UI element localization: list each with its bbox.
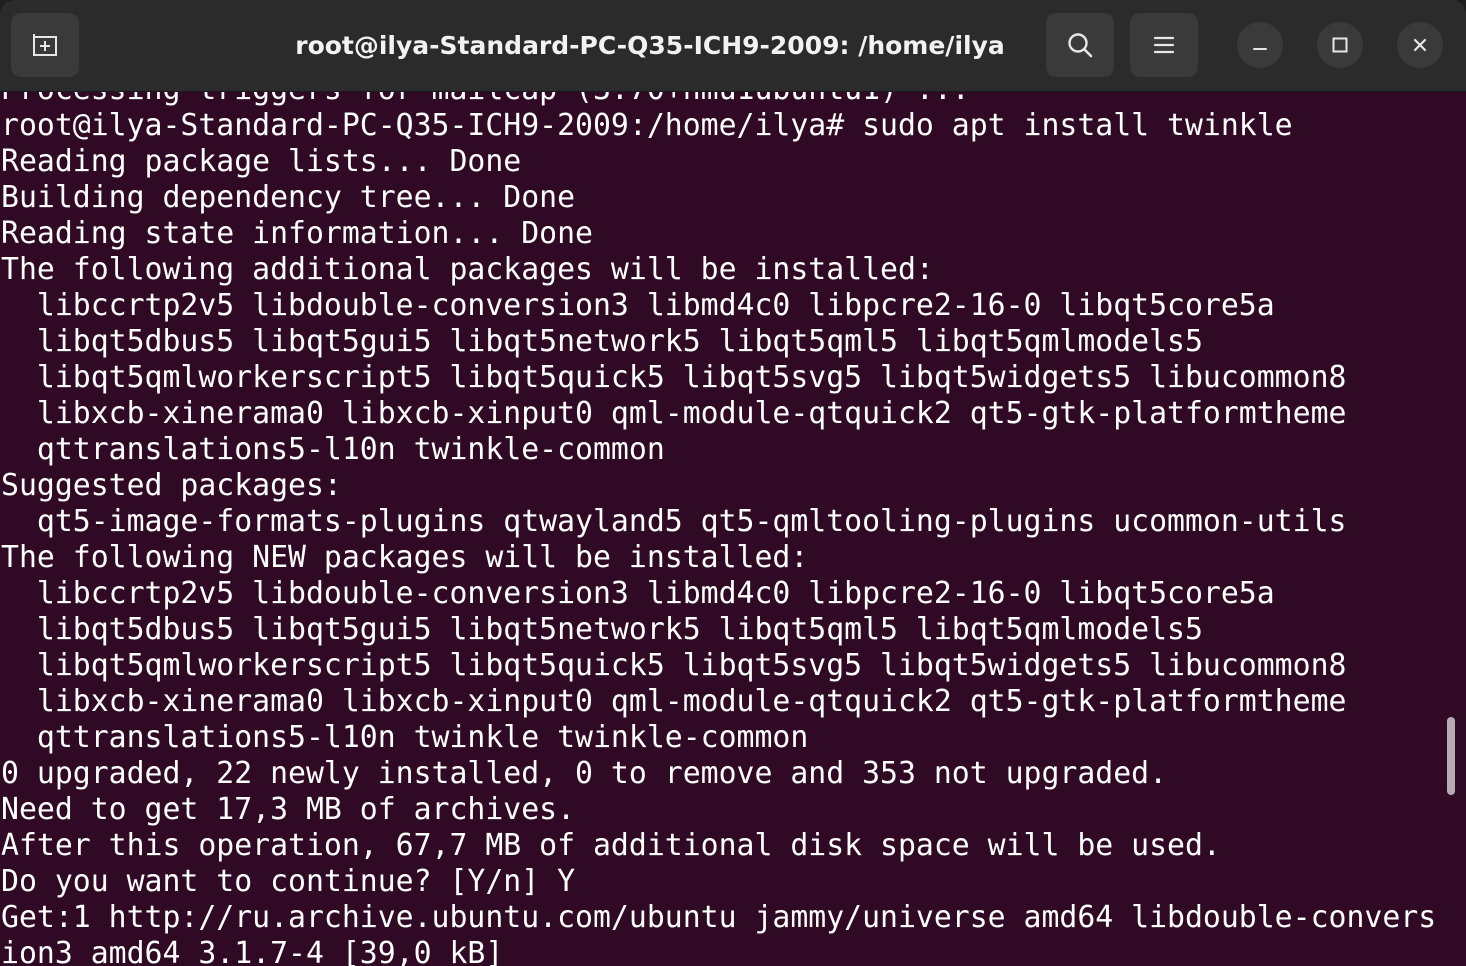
maximize-icon	[1330, 35, 1350, 55]
header-bar: root@ilya-Standard-PC-Q35-ICH9-2009: /ho…	[0, 0, 1466, 92]
terminal-line: libxcb-xinerama0 libxcb-xinput0 qml-modu…	[1, 684, 1347, 719]
close-icon	[1410, 35, 1430, 55]
new-tab-button[interactable]	[11, 13, 79, 77]
terminal-line: libqt5dbus5 libqt5gui5 libqt5network5 li…	[1, 324, 1203, 359]
terminal-line: libccrtp2v5 libdouble-conversion3 libmd4…	[1, 288, 1275, 323]
terminal-line: Get:1 http://ru.archive.ubuntu.com/ubunt…	[1, 900, 1437, 935]
new-tab-icon	[30, 30, 60, 60]
terminal-line: 0 upgraded, 22 newly installed, 0 to rem…	[1, 756, 1168, 791]
close-button[interactable]	[1397, 22, 1443, 68]
terminal-line: Reading state information... Done	[1, 216, 593, 251]
terminal-line: libccrtp2v5 libdouble-conversion3 libmd4…	[1, 576, 1275, 611]
terminal-lines: Processing triggers for mailcap (3.70+nm…	[1, 92, 1436, 966]
terminal-line: The following additional packages will b…	[1, 252, 934, 287]
minimize-icon	[1250, 35, 1270, 55]
menu-button[interactable]	[1130, 13, 1198, 77]
search-button[interactable]	[1046, 13, 1114, 77]
terminal-line: Do you want to continue? [Y/n] Y	[1, 864, 576, 899]
terminal-line: Processing triggers for mailcap (3.70+nm…	[1, 92, 1436, 108]
terminal-line: ion3 amd64 3.1.7-4 [39,0 kB]	[1, 936, 504, 966]
window-title: root@ilya-Standard-PC-Q35-ICH9-2009: /ho…	[295, 31, 1005, 60]
terminal-window: root@ilya-Standard-PC-Q35-ICH9-2009: /ho…	[0, 0, 1466, 966]
terminal-line: The following NEW packages will be insta…	[1, 540, 809, 575]
terminal-line: After this operation, 67,7 MB of additio…	[1, 828, 1221, 863]
terminal-line: Building dependency tree... Done	[1, 180, 576, 215]
terminal-line: qt5-image-formats-plugins qtwayland5 qt5…	[1, 504, 1347, 539]
terminal-line: libqt5qmlworkerscript5 libqt5quick5 libq…	[1, 360, 1347, 395]
search-icon	[1065, 30, 1095, 60]
terminal-line: qttranslations5-l10n twinkle-common	[1, 432, 665, 467]
hamburger-menu-icon	[1151, 32, 1177, 58]
minimize-button[interactable]	[1237, 22, 1283, 68]
terminal-line: libqt5qmlworkerscript5 libqt5quick5 libq…	[1, 648, 1347, 683]
terminal-line: Reading package lists... Done	[1, 144, 522, 179]
scrollbar-thumb[interactable]	[1447, 717, 1455, 795]
maximize-button[interactable]	[1317, 22, 1363, 68]
terminal-line: libxcb-xinerama0 libxcb-xinput0 qml-modu…	[1, 396, 1347, 431]
terminal-line: Suggested packages:	[1, 468, 342, 503]
terminal-line: root@ilya-Standard-PC-Q35-ICH9-2009:/hom…	[1, 108, 1293, 143]
terminal-output[interactable]: Processing triggers for mailcap (3.70+nm…	[0, 92, 1466, 966]
terminal-line: libqt5dbus5 libqt5gui5 libqt5network5 li…	[1, 612, 1203, 647]
terminal-line: Need to get 17,3 MB of archives.	[1, 792, 576, 827]
terminal-line: qttranslations5-l10n twinkle twinkle-com…	[1, 720, 809, 755]
